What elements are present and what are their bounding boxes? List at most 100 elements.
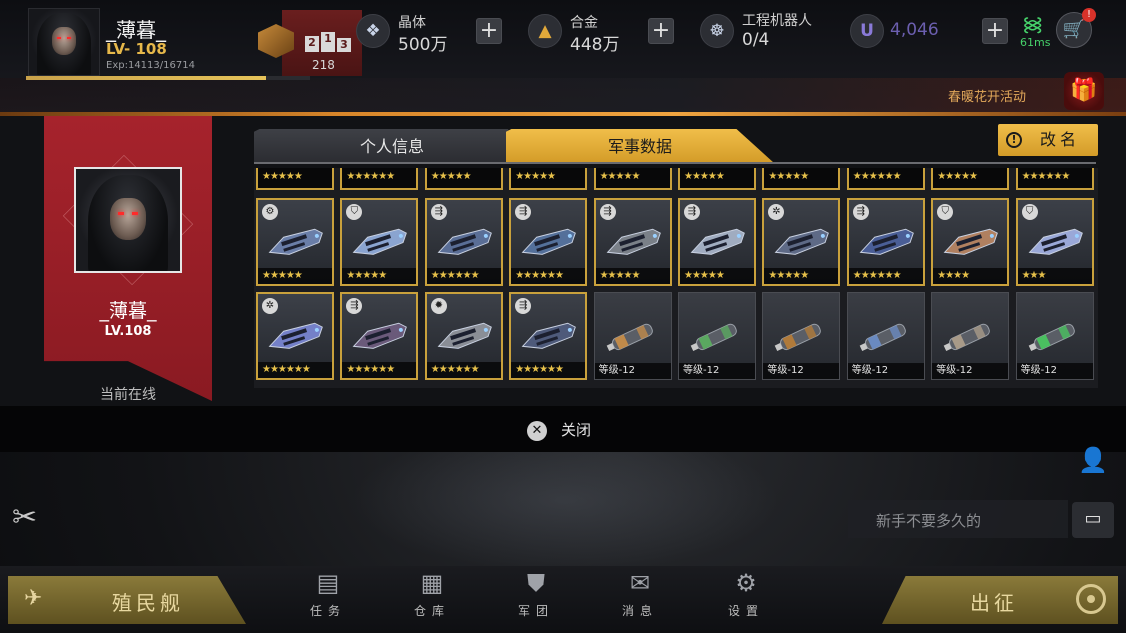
add-alloy-button[interactable]: + xyxy=(648,18,674,44)
rename-button[interactable]: ! 改名 xyxy=(998,124,1098,156)
ship-image xyxy=(521,322,577,349)
ship-cell[interactable]: ✹ ★★★★★★ xyxy=(424,292,503,380)
ship-star-strip[interactable]: ★★★★★ xyxy=(678,168,756,190)
item-image xyxy=(859,323,906,352)
profile-name: _薄暮_ xyxy=(99,300,157,322)
item-level: 等级-12 xyxy=(763,363,840,379)
ship-type-icon: ✹ xyxy=(430,298,447,314)
player-avatar[interactable] xyxy=(28,8,100,76)
ship-cell[interactable]: ⇶ ★★★★★★ xyxy=(340,292,419,380)
ship-stars: ★★★★★★ xyxy=(258,362,332,378)
tab-personal-info[interactable]: 个人信息 xyxy=(254,129,530,163)
nav-settings[interactable]: ⚙ 设置 xyxy=(700,566,792,626)
chat-bubble-icon[interactable]: ▭ xyxy=(1072,502,1114,538)
rank-number: 218 xyxy=(312,58,335,72)
ship-star-strip[interactable]: ★★★★★★ xyxy=(1015,168,1094,190)
podium-third: 3 xyxy=(337,38,351,52)
exp-bar-fill xyxy=(26,76,266,80)
deploy-button[interactable]: 出征 xyxy=(882,576,1118,624)
ship-cell[interactable]: ✲ ★★★★★★ xyxy=(256,292,334,380)
ship-stars: ★★★★★ xyxy=(342,268,417,284)
space-station-backdrop xyxy=(350,452,780,572)
ship-image xyxy=(943,228,999,255)
event-label[interactable]: 春暖花开活动 xyxy=(948,86,1026,105)
ship-cell[interactable]: ⇶ ★★★★★★ xyxy=(846,198,925,286)
player-level: LV- 108 xyxy=(106,40,167,58)
item-cell[interactable]: 等级-12 xyxy=(678,292,756,380)
ship-cell[interactable]: ⇶ ★★★★★ xyxy=(678,198,756,286)
ship-cell[interactable]: ⛉ ★★★ xyxy=(1015,198,1094,286)
ship-image xyxy=(352,322,408,349)
add-crystal-button[interactable]: + xyxy=(476,18,502,44)
crystal-label: 晶体 xyxy=(398,15,426,31)
item-cell[interactable]: 等级-12 xyxy=(931,292,1010,380)
ship-star-strip[interactable]: ★★★★★ xyxy=(593,168,672,190)
podium-first: 1 xyxy=(321,32,335,52)
deploy-label: 出征 xyxy=(970,591,1018,615)
ship-type-icon: ⇶ xyxy=(599,204,616,220)
ship-star-strip[interactable]: ★★★★★★ xyxy=(340,168,419,190)
avatar-eye xyxy=(57,36,62,39)
exp-bar xyxy=(26,76,310,80)
alloy-icon: ▲ xyxy=(528,14,562,48)
ship-type-icon: ⛉ xyxy=(346,204,363,220)
ship-type-icon: ⇶ xyxy=(852,204,869,220)
profile-avatar xyxy=(74,167,182,273)
podium-second: 2 xyxy=(305,36,319,52)
legion-icon: ⛊ xyxy=(527,569,545,597)
ship-cell[interactable]: ⇶ ★★★★★★ xyxy=(509,292,588,380)
user-chat-icon[interactable]: 👤 xyxy=(1078,446,1108,474)
ship-cell[interactable]: ✲ ★★★★★ xyxy=(762,198,841,286)
fleet-grid: ★★★★★ ★★★★★★ ★★★★★ ★★★★★ ★★★★★ ★★★★★ ★★★★★ ★★★★… xyxy=(254,168,1098,388)
colony-ship-button[interactable]: ✈ 殖民舰 xyxy=(8,576,246,624)
ship-star-strip[interactable]: ★★★★★ xyxy=(509,168,588,190)
ship-type-icon: ⇶ xyxy=(430,204,447,220)
colony-ship-icon: ✈ xyxy=(24,586,47,611)
ship-cell[interactable]: ⇶ ★★★★★★ xyxy=(424,198,503,286)
avatar-eye xyxy=(117,211,124,215)
online-status: 当前在线 xyxy=(100,387,156,403)
item-cell[interactable]: 等级-12 xyxy=(846,292,925,380)
ship-type-icon: ⇶ xyxy=(515,204,532,220)
tab-military-data[interactable]: 军事数据 xyxy=(506,129,774,163)
warehouse-icon: ▦ xyxy=(420,569,444,597)
ship-image xyxy=(1028,228,1083,255)
ship-image xyxy=(437,228,492,255)
item-cell[interactable]: 等级-12 xyxy=(593,292,672,380)
nav-task[interactable]: ▤ 任务 xyxy=(282,566,374,626)
info-icon: ! xyxy=(1006,132,1022,148)
tools-icon[interactable]: ✂ xyxy=(12,500,37,535)
add-u-currency-button[interactable]: + xyxy=(982,18,1008,44)
nav-message[interactable]: ✉ 消息 xyxy=(594,566,686,626)
alloy-label: 合金 xyxy=(570,15,598,31)
close-icon: ✕ xyxy=(527,420,547,441)
ship-star-strip[interactable]: ★★★★★ xyxy=(762,168,841,190)
ship-star-strip[interactable]: ★★★★★ xyxy=(424,168,503,190)
ship-type-icon: ⛉ xyxy=(937,204,954,220)
ship-cell[interactable]: ⚙ ★★★★★ xyxy=(256,198,334,286)
ship-cell[interactable]: ⛉ ★★★★ xyxy=(931,198,1010,286)
ship-star-strip[interactable]: ★★★★★ xyxy=(256,168,334,190)
close-button[interactable]: ✕ 关闭 xyxy=(527,419,637,441)
ship-type-icon: ⇶ xyxy=(515,298,532,314)
item-cell[interactable]: 等级-12 xyxy=(1015,292,1094,380)
item-cell[interactable]: 等级-12 xyxy=(762,292,841,380)
notification-badge: ! xyxy=(1082,8,1096,22)
ship-type-icon: ⚙ xyxy=(262,204,278,220)
task-icon: ▤ xyxy=(316,569,340,597)
podium-icon: 2 1 3 xyxy=(305,32,351,52)
ship-cell[interactable]: ⛉ ★★★★★ xyxy=(340,198,419,286)
ship-stars: ★★★★★★ xyxy=(342,362,417,378)
item-level: 等级-12 xyxy=(847,363,924,379)
avatar-eye xyxy=(66,36,71,39)
nav-warehouse[interactable]: ▦ 仓库 xyxy=(386,566,478,626)
gift-icon[interactable]: 🎁 xyxy=(1064,72,1104,110)
ping-value: 61ms xyxy=(1020,36,1051,49)
item-image xyxy=(943,323,991,352)
ship-star-strip[interactable]: ★★★★★★ xyxy=(846,168,925,190)
ship-cell[interactable]: ⇶ ★★★★★ xyxy=(593,198,672,286)
ship-cell[interactable]: ⇶ ★★★★★★ xyxy=(509,198,588,286)
avatar-face xyxy=(110,197,146,241)
ship-star-strip[interactable]: ★★★★★ xyxy=(931,168,1010,190)
nav-legion[interactable]: ⛊ 军团 xyxy=(490,566,582,626)
